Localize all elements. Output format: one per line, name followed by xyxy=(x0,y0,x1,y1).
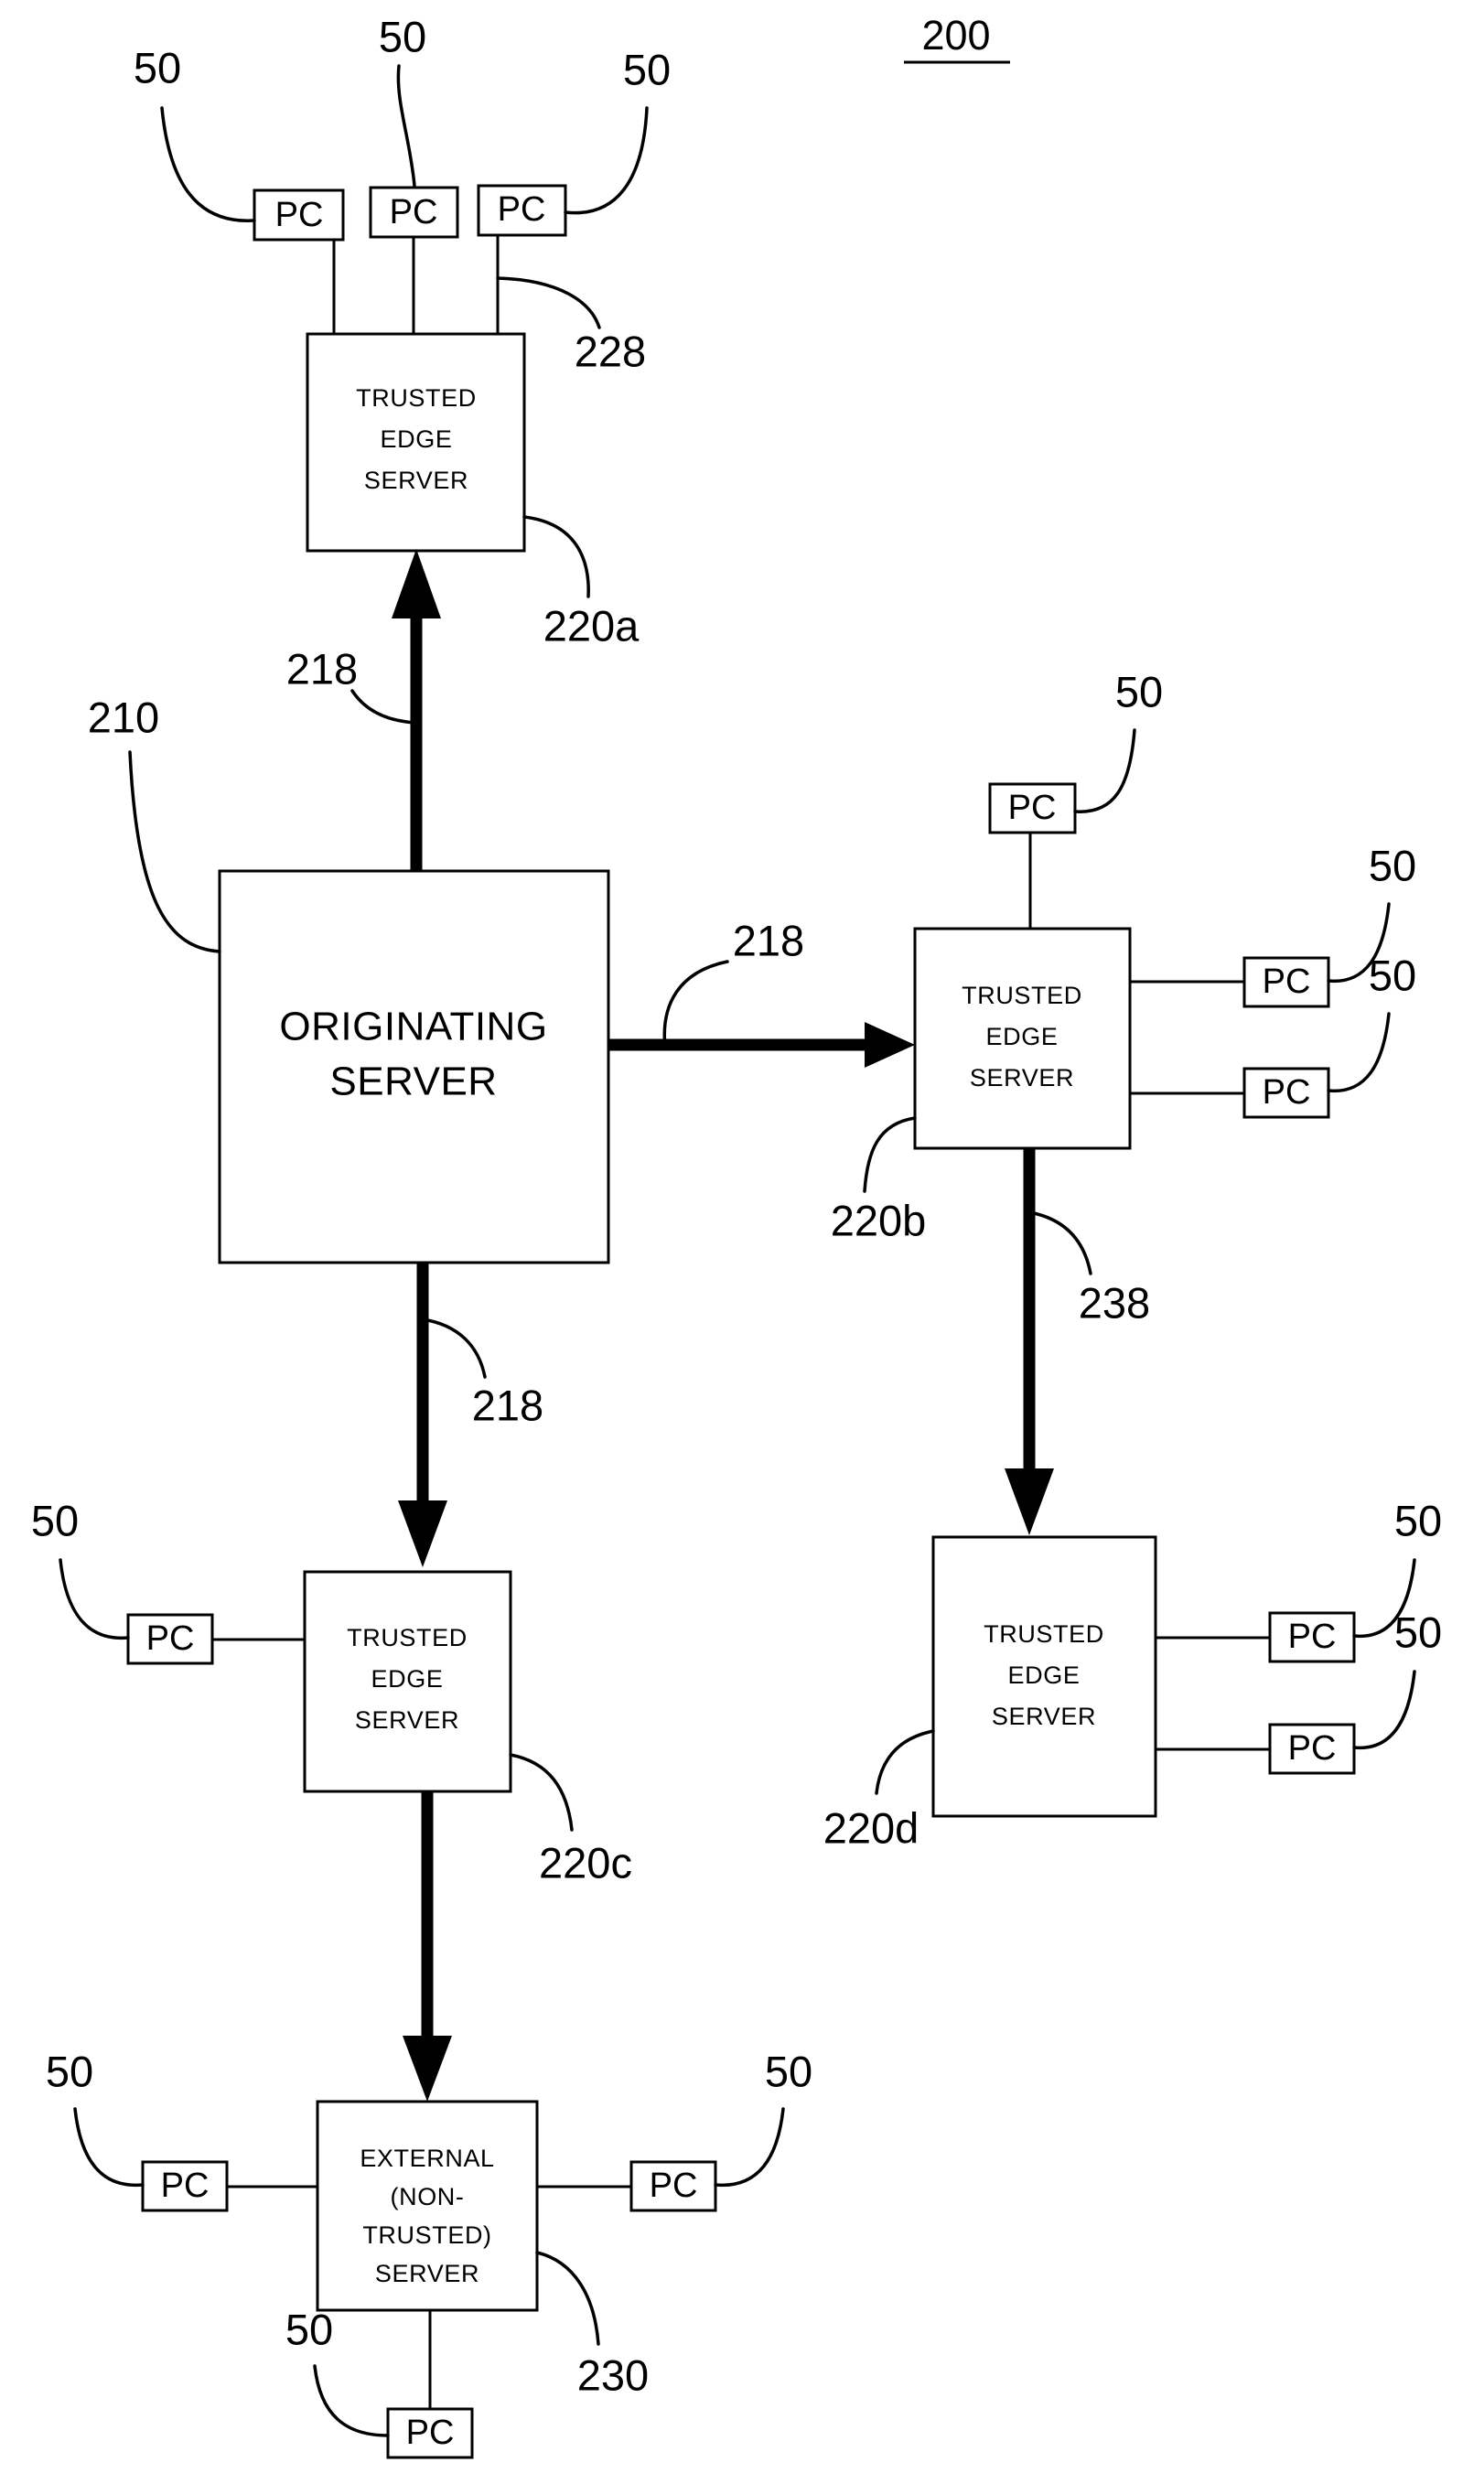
leader-pc-b1 xyxy=(1073,728,1136,813)
originating-server-line1: ORIGINATING xyxy=(279,1005,547,1049)
pc-d1-label: PC xyxy=(1288,1618,1337,1656)
ref-50-pc-a3: 50 xyxy=(623,45,671,93)
leader-pc-e3 xyxy=(313,2364,390,2437)
figure-number: 200 xyxy=(921,12,990,59)
pc-b3: PC xyxy=(1242,1067,1330,1119)
leader-230 xyxy=(535,2251,600,2346)
leader-220a xyxy=(522,515,590,598)
pc-e2: PC xyxy=(629,2160,717,2212)
leader-210 xyxy=(128,750,221,953)
pc-d2: PC xyxy=(1268,1723,1356,1775)
ref-238: 238 xyxy=(1079,1278,1150,1327)
pc-b3-label: PC xyxy=(1263,1073,1311,1112)
trusted-edge-server-a-line3: SERVER xyxy=(364,467,468,494)
originating-server-line2: SERVER xyxy=(329,1059,497,1104)
pc-b2-label: PC xyxy=(1263,962,1311,1001)
arrow-origin-to-c-head xyxy=(398,1500,447,1567)
ref-50-pc-e1: 50 xyxy=(46,2047,93,2095)
ref-218-up: 218 xyxy=(286,644,358,693)
pc-e1: PC xyxy=(141,2160,229,2212)
ref-220a: 220a xyxy=(543,601,640,650)
ref-218-down: 218 xyxy=(472,1381,543,1429)
leader-pc-c1 xyxy=(59,1558,130,1640)
trusted-edge-server-d-line3: SERVER xyxy=(992,1703,1096,1730)
leader-pc-d2 xyxy=(1352,1670,1416,1750)
leader-pc-e2 xyxy=(714,2107,785,2188)
arrow-b-to-d-head xyxy=(1005,1468,1054,1535)
leader-pc-e1 xyxy=(73,2107,145,2188)
arrow-origin-to-b-head xyxy=(865,1022,915,1068)
pc-a2-label: PC xyxy=(390,193,438,231)
ref-50-pc-a1: 50 xyxy=(134,43,181,91)
pc-c1-label: PC xyxy=(146,1619,195,1658)
trusted-edge-server-c-line1: TRUSTED xyxy=(347,1624,468,1651)
ref-220d: 220d xyxy=(823,1803,919,1852)
leader-220c xyxy=(509,1753,574,1832)
ref-50-pc-e2: 50 xyxy=(765,2047,812,2095)
leader-pc-a2 xyxy=(396,64,416,188)
trusted-edge-server-b-line3: SERVER xyxy=(970,1064,1074,1091)
pc-e3-label: PC xyxy=(406,2414,455,2452)
trusted-edge-server-d-line1: TRUSTED xyxy=(984,1620,1104,1648)
pc-a3: PC xyxy=(477,184,567,237)
pc-a1-label: PC xyxy=(275,196,324,234)
trusted-edge-server-b-line2: EDGE xyxy=(986,1023,1059,1050)
pc-e2-label: PC xyxy=(650,2167,698,2205)
ref-50-pc-b1: 50 xyxy=(1115,667,1163,715)
pc-b1: PC xyxy=(988,782,1077,834)
pc-c1: PC xyxy=(126,1613,214,1665)
leader-228 xyxy=(496,276,601,329)
leader-pc-b3 xyxy=(1327,1012,1391,1093)
leader-218-down xyxy=(421,1317,487,1379)
leader-220d xyxy=(875,1729,935,1795)
pc-b2: PC xyxy=(1242,956,1330,1008)
pc-a2: PC xyxy=(369,186,459,239)
external-server-line3: TRUSTED) xyxy=(362,2221,491,2249)
patent-figure-container: 200 TRUSTED EDGE SERVER PC PC PC 50 50 5… xyxy=(0,0,1484,2484)
ref-218-right: 218 xyxy=(733,916,804,964)
figure-number-group: 200 xyxy=(904,12,1010,64)
leader-218-right xyxy=(662,960,729,1049)
ref-220b: 220b xyxy=(831,1196,927,1244)
trusted-edge-server-c-line3: SERVER xyxy=(355,1706,459,1734)
pc-e3: PC xyxy=(386,2407,474,2459)
trusted-edge-server-a-line1: TRUSTED xyxy=(356,384,477,412)
trusted-edge-server-d-line2: EDGE xyxy=(1008,1661,1081,1689)
ref-50-pc-d1: 50 xyxy=(1394,1496,1442,1544)
ref-228: 228 xyxy=(575,327,646,375)
leader-pc-a3 xyxy=(564,106,649,215)
leader-218-up xyxy=(350,689,418,725)
pc-a3-label: PC xyxy=(498,190,546,229)
ref-50-pc-b3: 50 xyxy=(1369,951,1416,999)
trusted-edge-server-c-line2: EDGE xyxy=(371,1665,444,1693)
ref-210: 210 xyxy=(88,693,159,741)
ref-220c: 220c xyxy=(539,1838,632,1887)
pc-d2-label: PC xyxy=(1288,1729,1337,1768)
external-server-line2: (NON- xyxy=(391,2183,465,2210)
patent-diagram-200: 200 TRUSTED EDGE SERVER PC PC PC 50 50 5… xyxy=(31,12,1442,2459)
ref-50-pc-d2: 50 xyxy=(1394,1608,1442,1656)
external-server-line1: EXTERNAL xyxy=(360,2145,494,2172)
pc-b1-label: PC xyxy=(1008,789,1057,827)
external-server-line4: SERVER xyxy=(375,2260,479,2287)
trusted-edge-server-b-line1: TRUSTED xyxy=(962,982,1082,1009)
arrow-origin-to-a-head xyxy=(392,549,441,618)
ref-50-pc-a2: 50 xyxy=(379,12,426,60)
ref-50-pc-b2: 50 xyxy=(1369,841,1416,889)
arrow-c-to-external-head xyxy=(403,2036,452,2102)
pc-e1-label: PC xyxy=(161,2167,210,2205)
leader-220b xyxy=(863,1116,917,1193)
ref-50-pc-c1: 50 xyxy=(31,1496,79,1544)
pc-a1: PC xyxy=(253,188,345,242)
leader-pc-a1 xyxy=(160,106,256,222)
ref-50-pc-e3: 50 xyxy=(285,2305,333,2353)
pc-d1: PC xyxy=(1268,1611,1356,1663)
ref-230: 230 xyxy=(577,2350,649,2399)
trusted-edge-server-a-line2: EDGE xyxy=(381,425,453,453)
leader-238 xyxy=(1027,1210,1092,1275)
